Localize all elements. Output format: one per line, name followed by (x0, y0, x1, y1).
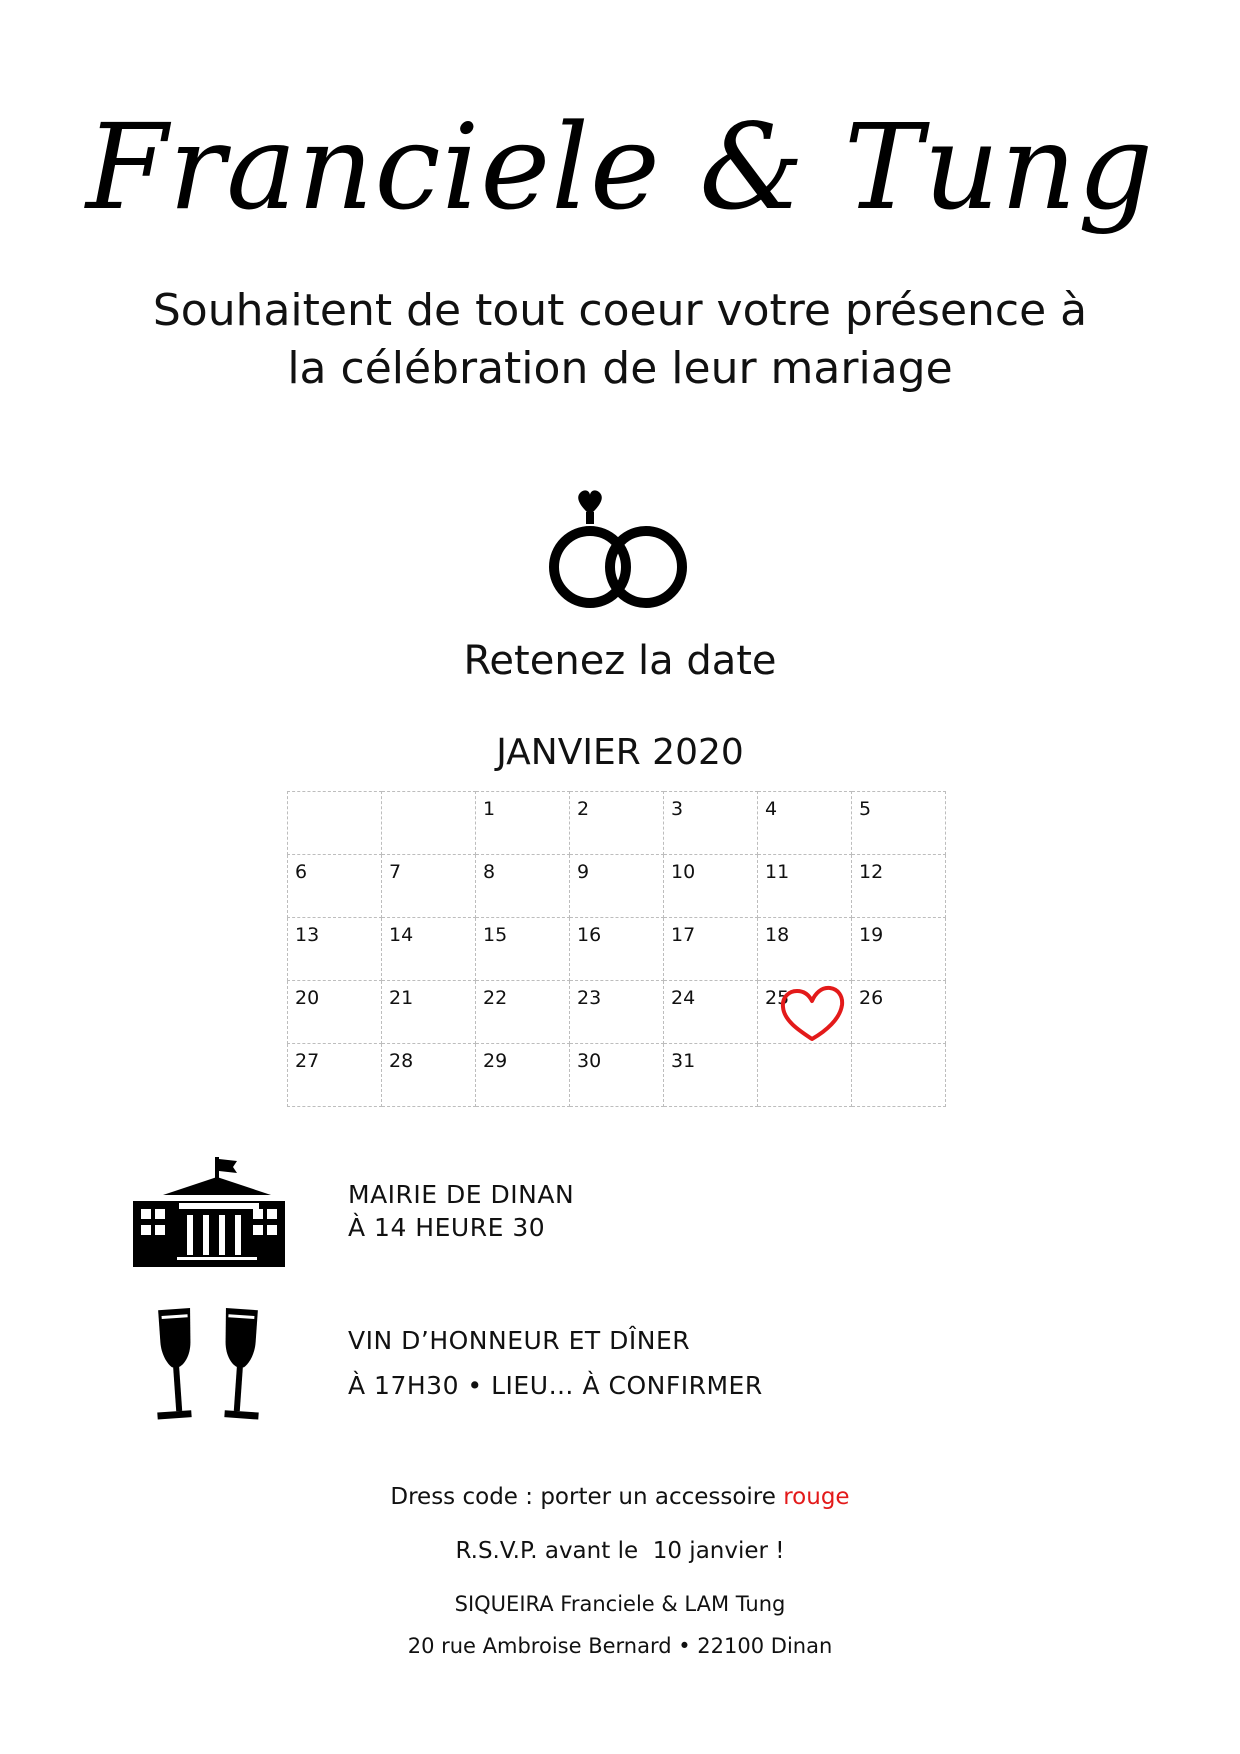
calendar-day: 20 (287, 980, 382, 1044)
calendar-day: 26 (851, 980, 946, 1044)
calendar-day: 16 (569, 917, 664, 981)
event-reception-time: À 17H30 • LIEU… À CONFIRMER (348, 1371, 763, 1400)
calendar-day: 31 (663, 1043, 758, 1107)
calendar-day: 3 (663, 791, 758, 855)
wedding-rings-icon (549, 490, 687, 608)
rsvp-line: R.S.V.P. avant le 10 janvier ! (455, 1538, 785, 1564)
calendar-empty-cell (287, 791, 382, 855)
calendar-day: 23 (569, 980, 664, 1044)
calendar-day: 7 (381, 854, 476, 918)
town-hall-icon (133, 1157, 285, 1267)
dress-code: Dress code : porter un accessoire rouge (0, 1484, 1240, 1510)
invitation-text: Souhaitent de tout coeur votre présence … (152, 285, 1088, 394)
calendar-week: 13 14 15 16 17 18 19 (287, 917, 946, 981)
save-the-date-heading: Retenez la date (463, 638, 777, 684)
calendar-day: 30 (569, 1043, 664, 1107)
calendar-day: 28 (381, 1043, 476, 1107)
calendar-day: 6 (287, 854, 382, 918)
calendar-day: 9 (569, 854, 664, 918)
dress-code-text: Dress code : porter un accessoire (390, 1484, 776, 1510)
event-ceremony-place: MAIRIE DE DINAN (348, 1180, 575, 1209)
address: 20 rue Ambroise Bernard • 22100 Dinan (407, 1634, 833, 1658)
calendar-day: 17 (663, 917, 758, 981)
calendar-day: 14 (381, 917, 476, 981)
calendar-day: 24 (663, 980, 758, 1044)
calendar-week: 20 21 22 23 24 25 26 (287, 980, 946, 1044)
calendar-day: 22 (475, 980, 570, 1044)
calendar-day: 2 (569, 791, 664, 855)
calendar-day: 1 (475, 791, 570, 855)
calendar-day: 10 (663, 854, 758, 918)
calendar-day: 13 (287, 917, 382, 981)
event-ceremony-time: À 14 HEURE 30 (348, 1213, 546, 1242)
calendar-day: 4 (757, 791, 852, 855)
calendar-day: 27 (287, 1043, 382, 1107)
calendar-day: 21 (381, 980, 476, 1044)
calendar-day: 12 (851, 854, 946, 918)
champagne-glasses-icon (157, 1308, 259, 1420)
calendar-day: 19 (851, 917, 946, 981)
calendar-day: 15 (475, 917, 570, 981)
calendar-day: 11 (757, 854, 852, 918)
calendar-week: 12345 (287, 791, 946, 855)
calendar-grid: 1 2 3 4 5 6 7 8 9 10 11 12 13 14 15 16 17 18 19 20 21 22 23 24 2… (287, 791, 946, 1107)
calendar-day: 8 (475, 854, 570, 918)
calendar-empty-cell (851, 1043, 946, 1107)
calendar-empty-cell (757, 1043, 852, 1107)
calendar-day: 18 (757, 917, 852, 981)
event-ceremony: MAIRIE DE DINAN À 14 HEURE 30 (348, 1180, 574, 1242)
host-names: SIQUEIRA Franciele & LAM Tung (454, 1592, 786, 1616)
calendar-day: 29 (475, 1043, 570, 1107)
heart-icon (780, 985, 845, 1041)
dress-code-color: rouge (783, 1484, 850, 1510)
calendar-day: 5 (851, 791, 946, 855)
calendar-week: 27 28 29 30 31 (287, 1043, 946, 1107)
calendar-empty-cell (381, 791, 476, 855)
calendar-week: 6 7 8 9 10 11 12 (287, 854, 946, 918)
event-reception: VIN D’HONNEUR ET DÎNER À 17H30 • LIEU… À… (348, 1326, 763, 1400)
event-reception-title: VIN D’HONNEUR ET DÎNER (348, 1326, 691, 1355)
couple-names: Franciele & Tung (85, 98, 1155, 236)
calendar-month: JANVIER 2020 (496, 732, 744, 773)
